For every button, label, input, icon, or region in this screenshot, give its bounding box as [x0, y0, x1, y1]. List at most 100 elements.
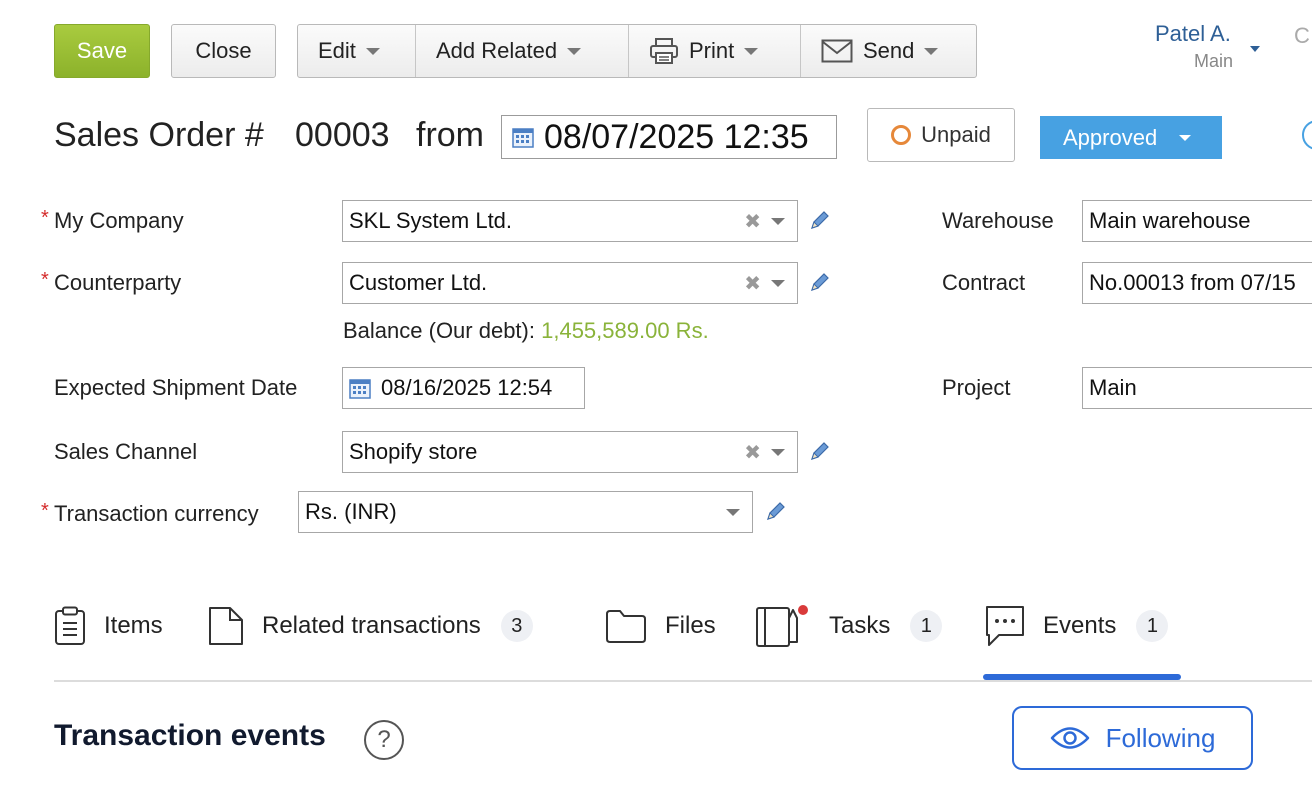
- folder-icon: [606, 610, 646, 643]
- count-badge: 1: [910, 610, 943, 642]
- eye-icon: [1050, 727, 1089, 749]
- tab-related-transactions[interactable]: Related transactions 3: [208, 603, 533, 649]
- title-from-label: from: [416, 116, 484, 154]
- notebook-pencil-icon: [756, 605, 808, 647]
- approval-status-button[interactable]: Approved: [1040, 116, 1222, 159]
- balance-label: Balance (Our debt):: [343, 318, 535, 343]
- user-subtitle: Main: [1194, 51, 1234, 71]
- project-value: Main: [1089, 375, 1137, 400]
- save-button[interactable]: Save: [54, 24, 150, 78]
- contract-label: Contract: [942, 270, 1026, 295]
- counterparty-value: Customer Ltd.: [349, 270, 488, 295]
- count-badge: 1: [1136, 610, 1169, 642]
- user-menu[interactable]: Patel A.: [1155, 21, 1231, 47]
- help-icon[interactable]: ?: [364, 720, 404, 760]
- currency-label: Transaction currency: [54, 501, 259, 526]
- clipboard-icon: [55, 606, 85, 645]
- order-date-field[interactable]: 08/07/2025 12:35: [501, 115, 837, 159]
- chevron-down-icon[interactable]: [771, 217, 785, 225]
- tab-tasks-label: Tasks: [829, 612, 891, 639]
- my-company-value: SKL System Ltd.: [349, 208, 513, 233]
- printer-icon: [650, 38, 678, 64]
- approval-status-label: Approved: [1063, 124, 1158, 150]
- tab-files-label: Files: [665, 612, 716, 639]
- sales-channel-value: Shopify store: [349, 439, 478, 464]
- currency-select[interactable]: Rs. (INR): [298, 491, 753, 533]
- shipment-date-label: Expected Shipment Date: [54, 375, 298, 400]
- tab-divider: [54, 680, 1312, 682]
- my-company-select[interactable]: SKL System Ltd. ✖: [342, 200, 798, 242]
- clear-icon[interactable]: ✖: [744, 209, 761, 234]
- print-button[interactable]: Print: [629, 25, 801, 77]
- calendar-icon: [349, 379, 371, 399]
- send-button[interactable]: Send: [801, 25, 976, 77]
- edit-button[interactable]: Edit: [298, 25, 416, 77]
- edit-pencil-icon[interactable]: [809, 209, 831, 231]
- edit-pencil-icon[interactable]: [765, 500, 787, 522]
- balance-info: Balance (Our debt): 1,455,589.00 Rs.: [343, 318, 709, 344]
- info-icon[interactable]: [1302, 120, 1312, 150]
- envelope-icon: [821, 39, 853, 63]
- my-company-label: My Company: [54, 208, 184, 233]
- chevron-down-icon: [1179, 134, 1192, 141]
- warehouse-value: Main warehouse: [1089, 208, 1251, 233]
- tab-events-label: Events: [1043, 612, 1117, 639]
- tab-tasks[interactable]: Tasks 1: [755, 603, 943, 649]
- clear-icon[interactable]: ✖: [744, 440, 761, 465]
- tab-items-label: Items: [104, 612, 163, 639]
- order-date-value: 08/07/2025 12:35: [544, 117, 809, 156]
- count-badge: 3: [500, 610, 533, 642]
- required-mark: *: [41, 269, 49, 291]
- warehouse-label: Warehouse: [942, 208, 1054, 233]
- chat-bubble-icon: [986, 606, 1024, 646]
- counterparty-label: Counterparty: [54, 270, 182, 295]
- edit-pencil-icon[interactable]: [809, 271, 831, 293]
- following-label: Following: [1105, 722, 1216, 753]
- project-label: Project: [942, 375, 1011, 400]
- close-button[interactable]: Close: [171, 24, 276, 78]
- sales-channel-label: Sales Channel: [54, 439, 198, 464]
- following-button[interactable]: Following: [1012, 706, 1253, 770]
- shipment-date-field[interactable]: 08/16/2025 12:54: [342, 367, 585, 409]
- shipment-date-value: 08/16/2025 12:54: [381, 375, 553, 400]
- balance-value: 1,455,589.00 Rs.: [541, 318, 709, 343]
- project-select[interactable]: Main: [1082, 367, 1312, 409]
- cropped-menu-item[interactable]: C: [1294, 23, 1310, 49]
- sales-channel-select[interactable]: Shopify store ✖: [342, 431, 798, 473]
- chevron-down-icon[interactable]: [771, 279, 785, 287]
- tab-files[interactable]: Files: [605, 603, 716, 649]
- contract-select[interactable]: No.00013 from 07/15: [1082, 262, 1312, 304]
- edit-pencil-icon[interactable]: [809, 440, 831, 462]
- chevron-down-icon[interactable]: [1250, 46, 1260, 52]
- chevron-down-icon[interactable]: [726, 508, 740, 516]
- payment-status-button[interactable]: Unpaid: [867, 108, 1015, 162]
- add-related-button[interactable]: Add Related: [416, 25, 629, 77]
- tab-events[interactable]: Events 1: [985, 603, 1169, 649]
- currency-value: Rs. (INR): [305, 499, 397, 524]
- clear-icon[interactable]: ✖: [744, 271, 761, 296]
- tab-items[interactable]: Items: [54, 603, 163, 649]
- section-title: Transaction events: [54, 719, 326, 752]
- action-button-group: Edit Add Related Print Send: [297, 24, 977, 78]
- chevron-down-icon: [924, 47, 939, 55]
- chevron-down-icon: [365, 47, 380, 55]
- contract-value: No.00013 from 07/15: [1089, 270, 1296, 295]
- active-tab-indicator: [983, 674, 1181, 680]
- warehouse-select[interactable]: Main warehouse: [1082, 200, 1312, 242]
- send-button-label: Send: [863, 38, 915, 63]
- calendar-icon: [512, 128, 534, 148]
- tab-related-transactions-label: Related transactions: [262, 612, 481, 639]
- chevron-down-icon: [744, 47, 759, 55]
- unpaid-status-icon: [891, 125, 912, 145]
- page-title: Sales Order #: [54, 116, 264, 154]
- chevron-down-icon[interactable]: [771, 448, 785, 456]
- add-related-button-label: Add Related: [436, 38, 558, 63]
- print-button-label: Print: [689, 38, 735, 63]
- edit-button-label: Edit: [318, 38, 356, 63]
- counterparty-select[interactable]: Customer Ltd. ✖: [342, 262, 798, 304]
- payment-status-label: Unpaid: [921, 122, 991, 147]
- document-icon: [209, 607, 243, 645]
- required-mark: *: [41, 207, 49, 229]
- chevron-down-icon: [567, 47, 582, 55]
- required-mark: *: [41, 500, 49, 522]
